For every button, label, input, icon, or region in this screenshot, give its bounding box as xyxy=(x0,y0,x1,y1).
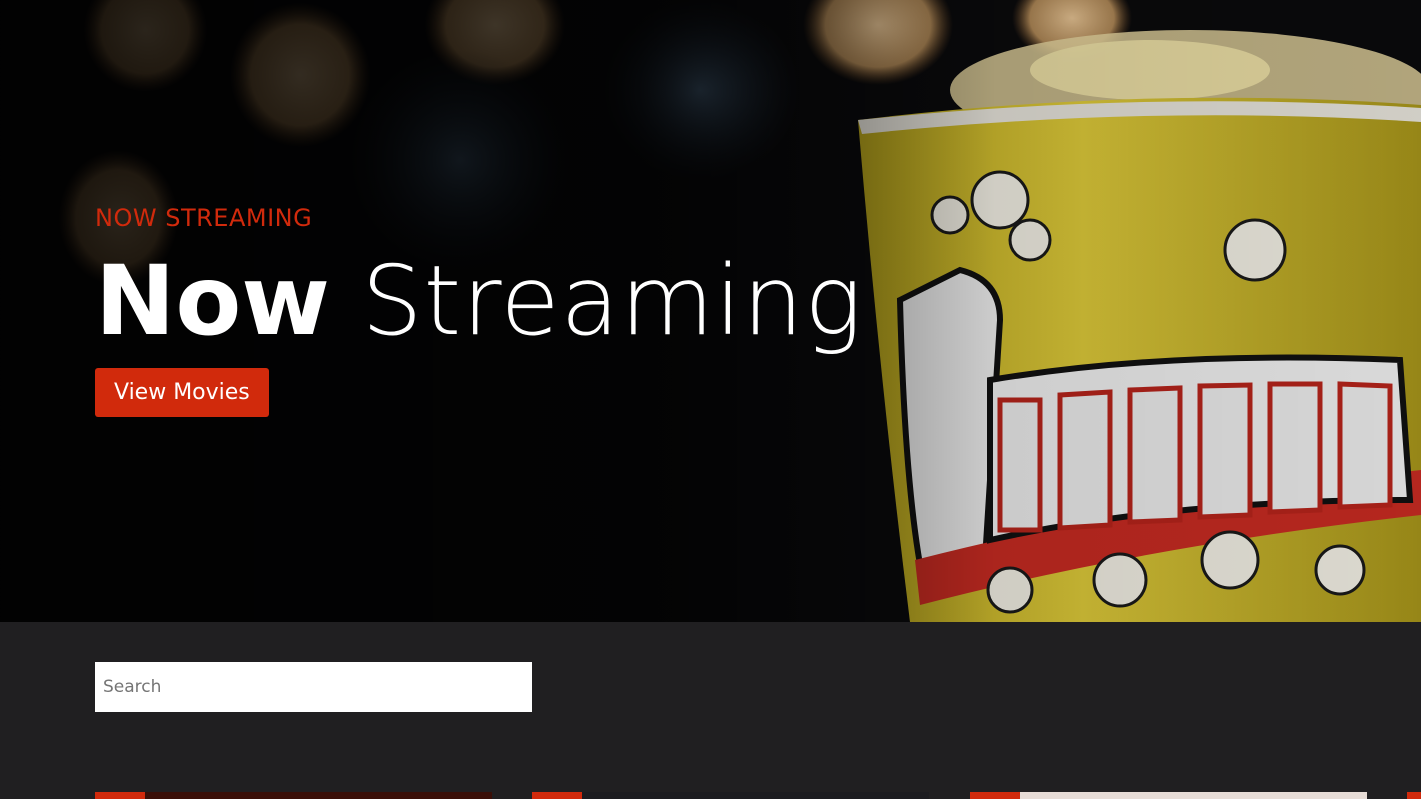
hero-title-light: Streaming xyxy=(361,245,863,357)
card-tag xyxy=(1407,792,1421,799)
search-input[interactable] xyxy=(95,662,532,712)
hero-eyebrow: NOW STREAMING xyxy=(95,204,313,232)
view-movies-button[interactable]: View Movies xyxy=(95,368,269,417)
search-section xyxy=(0,622,1421,799)
movie-card[interactable] xyxy=(95,792,492,799)
hero-title-strong: Now xyxy=(95,245,330,357)
hero-section: NOW STREAMING Now Streaming View Movies xyxy=(0,0,1421,622)
card-tag xyxy=(95,792,145,799)
card-tag xyxy=(970,792,1020,799)
card-image xyxy=(145,792,492,799)
card-image xyxy=(1020,792,1367,799)
movie-card[interactable] xyxy=(970,792,1367,799)
card-image xyxy=(582,792,929,799)
hero-title: Now Streaming xyxy=(95,246,863,356)
movie-card[interactable] xyxy=(532,792,929,799)
hero-content: NOW STREAMING Now Streaming View Movies xyxy=(95,200,863,417)
movie-card[interactable] xyxy=(1407,792,1421,799)
card-tag xyxy=(532,792,582,799)
